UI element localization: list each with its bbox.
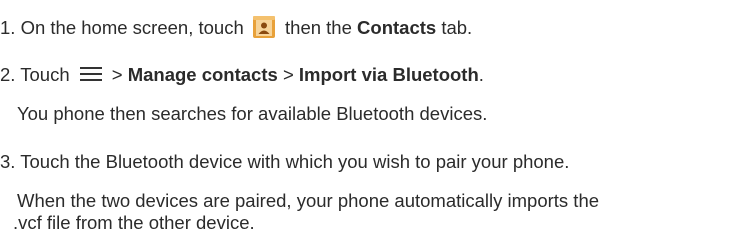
step-3: 3. Touch the Bluetooth device with which… [0, 151, 569, 173]
menu-icon [79, 65, 102, 81]
step-2: 2. Touch > Manage contacts > Import via … [0, 64, 484, 86]
step-3-note-line-1: When the two devices are paired, your ph… [17, 190, 599, 212]
step-3-note-text-2: .vcf file from the other device. [13, 212, 255, 233]
step-2-text-after: . [478, 64, 484, 85]
step-1-number: 1. [0, 17, 16, 38]
step-3-note-text-1: When the two devices are paired, your ph… [17, 190, 600, 211]
step-1: 1. On the home screen, touch then the Co… [0, 15, 472, 39]
step-2-number: 2. [0, 64, 16, 85]
contacts-tab-label: Contacts [357, 17, 437, 38]
contacts-app-icon [252, 15, 276, 39]
step-1-text-middle: then the [279, 17, 358, 38]
step-3-number: 3. [0, 151, 16, 172]
step-2-note: You phone then searches for available Bl… [17, 103, 487, 125]
manage-contacts-label: Manage contacts [127, 64, 278, 85]
step-2-text-before: Touch [15, 64, 75, 85]
step-2-sep2: > [277, 64, 299, 85]
step-1-text-before: On the home screen, touch [15, 17, 249, 38]
import-via-bluetooth-label: Import via Bluetooth [298, 64, 479, 85]
step-2-note-text: You phone then searches for available Bl… [17, 103, 488, 124]
step-3-note-line-2: .vcf file from the other device. [13, 212, 255, 234]
step-3-text: Touch the Bluetooth device with which yo… [15, 151, 570, 172]
step-1-text-after: tab. [436, 17, 473, 38]
step-2-sep1: > [111, 64, 128, 85]
